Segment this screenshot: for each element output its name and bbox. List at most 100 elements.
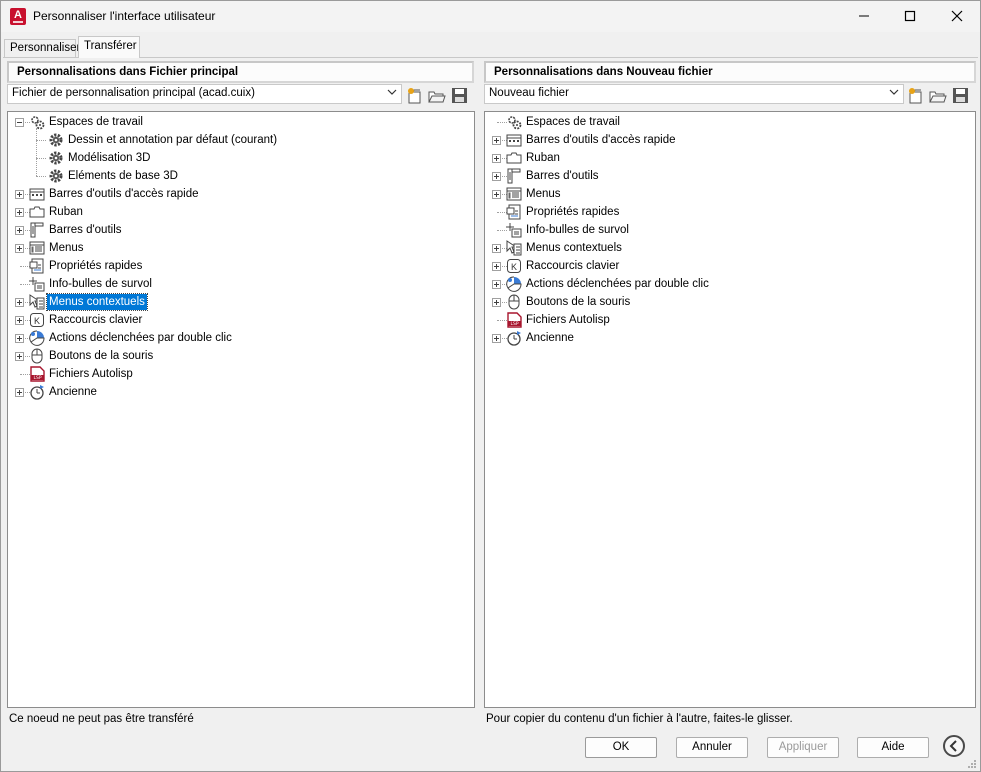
tree-node[interactable]: Dessin et annotation par défaut (courant… <box>8 131 474 149</box>
expand-icon[interactable] <box>15 388 24 397</box>
expand-icon[interactable] <box>492 334 501 343</box>
quick-access-toolbar-icon <box>29 188 45 201</box>
expand-icon[interactable] <box>492 298 501 307</box>
tree-node[interactable]: Actions déclenchées par double clic <box>485 275 975 293</box>
tree-node[interactable]: Modélisation 3D <box>8 149 474 167</box>
expand-icon[interactable] <box>15 208 24 217</box>
tree-connector <box>36 158 46 159</box>
title-bar: A Personnaliser l'interface utilisateur <box>1 1 980 32</box>
tree-node[interactable]: Propriétés rapides <box>8 257 474 275</box>
tree-node[interactable]: Propriétés rapides <box>485 203 975 221</box>
expand-icon[interactable] <box>492 262 501 271</box>
quick-properties-icon <box>29 258 44 274</box>
expand-icon[interactable] <box>15 226 24 235</box>
new-file-icon <box>909 88 922 104</box>
quick-properties-icon <box>506 204 521 220</box>
tree-node-label: Ruban <box>526 152 560 164</box>
expand-icon[interactable] <box>492 280 501 289</box>
left-file-select[interactable]: Fichier de personnalisation principal (a… <box>7 84 402 104</box>
right-tree-view[interactable]: Espaces de travail Barres d'outils d'accè… <box>484 111 976 708</box>
expand-icon[interactable] <box>492 190 501 199</box>
window-title: Personnaliser l'interface utilisateur <box>33 9 216 23</box>
left-tree-view[interactable]: Espaces de travail Dessin et annotation p… <box>7 111 475 708</box>
tree-node[interactable]: Barres d'outils <box>485 167 975 185</box>
tree-node-label: Menus <box>526 188 561 200</box>
right-save-file-button[interactable] <box>952 87 970 105</box>
tree-node[interactable]: Menus <box>485 185 975 203</box>
tree-node-label: Propriétés rapides <box>526 206 620 218</box>
expand-icon[interactable] <box>492 172 501 181</box>
gear-icon <box>49 133 63 147</box>
expand-icon[interactable] <box>492 136 501 145</box>
right-file-select[interactable]: Nouveau fichier <box>484 84 904 104</box>
tree-node[interactable]: Espaces de travail <box>8 113 474 131</box>
legacy-icon <box>507 331 521 346</box>
tree-connector <box>36 128 37 176</box>
tree-node[interactable]: Ruban <box>8 203 474 221</box>
right-new-file-button[interactable] <box>907 87 925 105</box>
tree-node[interactable]: Actions déclenchées par double clic <box>8 329 474 347</box>
new-file-icon <box>408 88 421 104</box>
left-open-file-button[interactable] <box>428 87 446 105</box>
expand-icon[interactable] <box>15 190 24 199</box>
gear-icon <box>49 169 63 183</box>
close-button[interactable] <box>934 1 980 31</box>
quick-access-toolbar-icon <box>506 134 522 147</box>
left-save-file-button[interactable] <box>451 87 469 105</box>
tree-node-label: Fichiers Autolisp <box>49 368 133 380</box>
collapse-panel-button[interactable] <box>943 735 965 757</box>
tree-node-label: Fichiers Autolisp <box>526 314 610 326</box>
tree-node[interactable]: Barres d'outils d'accès rapide <box>485 131 975 149</box>
tree-node[interactable]: Eléments de base 3D <box>8 167 474 185</box>
tab-personnaliser[interactable]: Personnaliser <box>4 39 80 58</box>
right-file-select-value: Nouveau fichier <box>489 87 569 99</box>
tree-node[interactable]: Menus <box>8 239 474 257</box>
collapse-icon[interactable] <box>15 118 24 127</box>
right-open-file-button[interactable] <box>929 87 947 105</box>
workspaces-icon <box>508 116 522 130</box>
tree-node-label: Raccourcis clavier <box>49 314 143 326</box>
minimize-button[interactable] <box>841 1 887 31</box>
tree-node[interactable]: K Raccourcis clavier <box>8 311 474 329</box>
right-status-text: Pour copier du contenu d'un fichier à l'… <box>486 713 793 725</box>
tree-node[interactable]: Menus contextuels <box>8 293 474 311</box>
tree-node-label: Boutons de la souris <box>526 296 631 308</box>
ok-button[interactable]: OK <box>585 737 657 758</box>
tree-node[interactable]: Espaces de travail <box>485 113 975 131</box>
chevron-down-icon <box>889 87 899 100</box>
resize-grip-icon[interactable] <box>967 759 977 769</box>
chevron-down-icon <box>387 87 397 100</box>
autolisp-files-icon: LSP <box>30 366 45 382</box>
tree-node[interactable]: Menus contextuels <box>485 239 975 257</box>
tree-node[interactable]: Boutons de la souris <box>485 293 975 311</box>
expand-icon[interactable] <box>15 334 24 343</box>
expand-icon[interactable] <box>492 154 501 163</box>
tree-node[interactable]: Barres d'outils d'accès rapide <box>8 185 474 203</box>
tree-node[interactable]: LSP Fichiers Autolisp <box>8 365 474 383</box>
tab-transferer[interactable]: Transférer <box>78 36 140 58</box>
tree-node-label: Eléments de base 3D <box>68 170 178 182</box>
tree-node[interactable]: Ancienne <box>485 329 975 347</box>
expand-icon[interactable] <box>15 298 24 307</box>
tree-node[interactable]: Boutons de la souris <box>8 347 474 365</box>
help-button[interactable]: Aide <box>857 737 929 758</box>
tree-node-label: Actions déclenchées par double clic <box>49 332 232 344</box>
ribbon-icon <box>29 206 45 218</box>
apply-button[interactable]: Appliquer <box>767 737 839 758</box>
expand-icon[interactable] <box>492 244 501 253</box>
tree-node[interactable]: Ruban <box>485 149 975 167</box>
expand-icon[interactable] <box>15 316 24 325</box>
tree-node[interactable]: K Raccourcis clavier <box>485 257 975 275</box>
left-file-select-value: Fichier de personnalisation principal (a… <box>12 87 255 99</box>
tree-node[interactable]: Info-bulles de survol <box>485 221 975 239</box>
expand-icon[interactable] <box>15 352 24 361</box>
tree-node[interactable]: Ancienne <box>8 383 474 401</box>
left-new-file-button[interactable] <box>406 87 424 105</box>
maximize-button[interactable] <box>887 1 933 31</box>
tree-node[interactable]: Barres d'outils <box>8 221 474 239</box>
tree-node[interactable]: Info-bulles de survol <box>8 275 474 293</box>
cancel-button[interactable]: Annuler <box>676 737 748 758</box>
svg-text:K: K <box>34 316 40 326</box>
tree-node[interactable]: LSP Fichiers Autolisp <box>485 311 975 329</box>
expand-icon[interactable] <box>15 244 24 253</box>
